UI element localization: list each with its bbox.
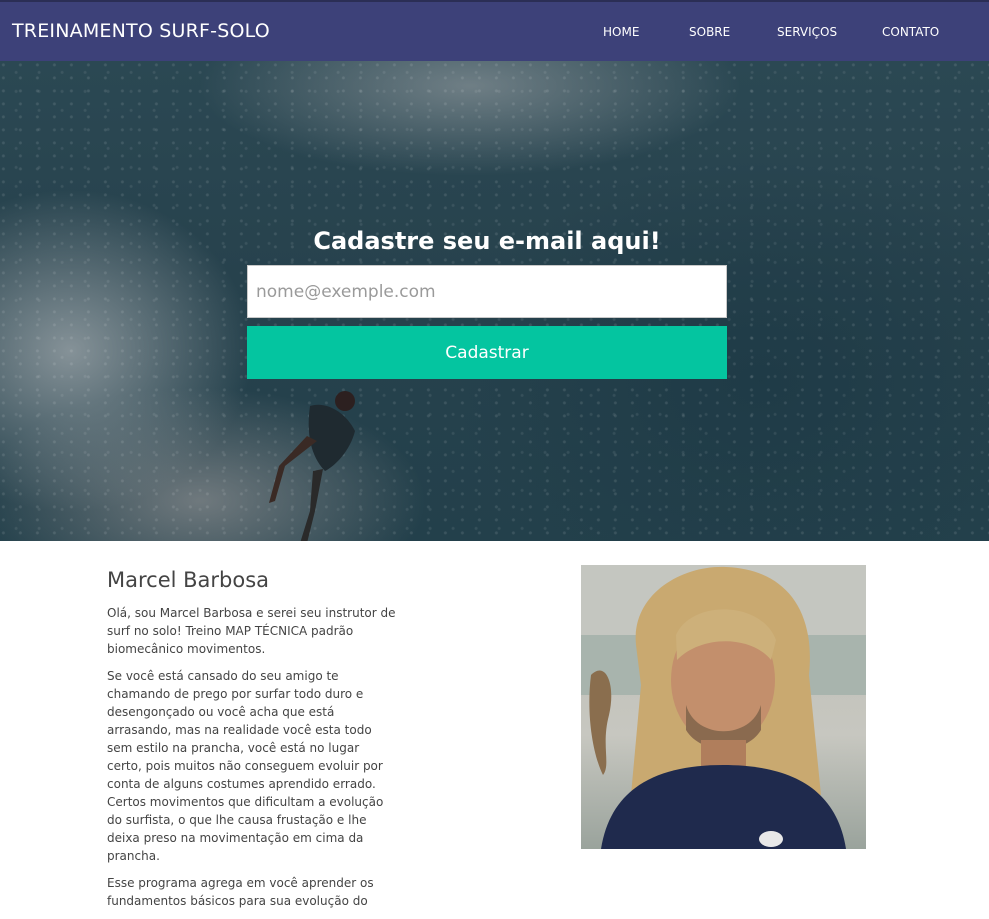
bio-paragraph: Esse programa agrega em você aprender os… xyxy=(107,876,374,908)
email-input[interactable] xyxy=(247,265,727,318)
navbar: TREINAMENTO SURF-SOLO HOME SOBRE SERVIÇO… xyxy=(0,0,989,61)
instructor-name: Marcel Barbosa xyxy=(107,568,270,592)
signup-button[interactable]: Cadastrar xyxy=(247,326,727,379)
nav-link-contato[interactable]: CONTATO xyxy=(882,25,939,39)
nav-link-home[interactable]: HOME xyxy=(603,25,639,39)
bio-paragraph: Olá, sou Marcel Barbosa e serei seu inst… xyxy=(107,606,396,656)
nav-link-servicos[interactable]: SERVIÇOS xyxy=(777,25,837,39)
instructor-photo xyxy=(581,565,866,849)
instructor-bio: Olá, sou Marcel Barbosa e serei seu inst… xyxy=(107,604,397,919)
instructor-portrait-icon xyxy=(581,565,866,849)
nav-link-sobre[interactable]: SOBRE xyxy=(689,25,730,39)
signup-title: Cadastre seu e-mail aqui! xyxy=(313,227,661,255)
nav-menu: HOME SOBRE SERVIÇOS CONTATO xyxy=(0,25,989,45)
hero-section: Cadastre seu e-mail aqui! Cadastrar xyxy=(0,61,989,541)
bio-paragraph: Se você está cansado do seu amigo te cha… xyxy=(107,669,384,863)
surfer-icon xyxy=(269,391,355,541)
